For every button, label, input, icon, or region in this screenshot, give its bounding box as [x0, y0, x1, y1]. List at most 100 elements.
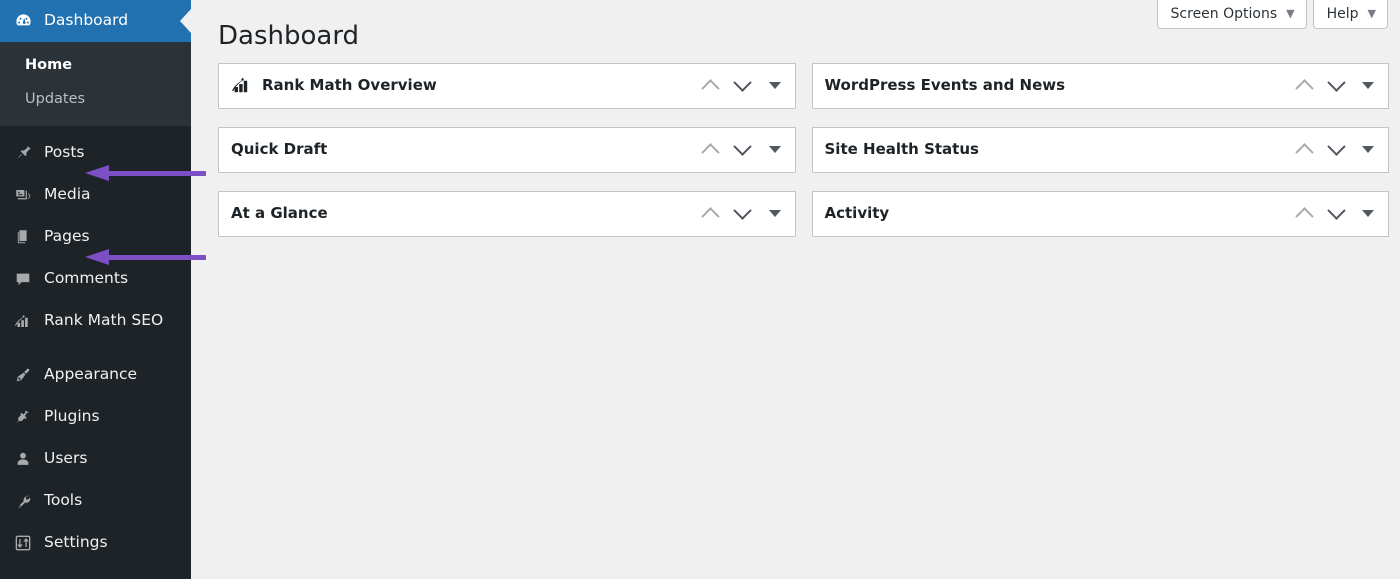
comments-icon — [11, 269, 35, 289]
sidebar-item-label-plugins: Plugins — [44, 406, 100, 425]
chevron-up-icon — [1294, 143, 1314, 162]
toggle-panel-button[interactable] — [1352, 130, 1384, 170]
chevron-down-icon — [1326, 201, 1346, 221]
sidebar-item-label-users: Users — [44, 448, 88, 467]
widget-handle-actions — [1288, 194, 1388, 234]
widget-title-text: Activity — [824, 204, 890, 223]
chevron-down-icon — [1326, 73, 1346, 93]
triangle-down-icon — [768, 82, 781, 90]
screen-options-button[interactable]: Screen Options ▼ — [1156, 0, 1307, 29]
move-up-button[interactable] — [1288, 130, 1320, 170]
move-down-button[interactable] — [1320, 66, 1352, 106]
move-down-button[interactable] — [727, 130, 759, 170]
widget-at-a-glance: At a Glance — [218, 190, 796, 237]
sidebar-item-label-posts: Posts — [44, 142, 85, 161]
chevron-down-icon: ▼ — [1286, 7, 1295, 20]
sidebar-item-label-dashboard: Dashboard — [44, 11, 129, 30]
toggle-panel-button[interactable] — [1352, 66, 1384, 106]
admin-sidebar: Dashboard Home Updates Posts Media Pages… — [0, 0, 191, 579]
settings-sliders-icon — [11, 533, 35, 553]
help-label: Help — [1326, 5, 1359, 22]
toggle-panel-button[interactable] — [759, 194, 791, 234]
sidebar-item-label-pages: Pages — [44, 226, 90, 245]
screen-meta-links: Screen Options ▼ Help ▼ — [1156, 0, 1388, 29]
pin-icon — [11, 143, 35, 163]
widget-wordpress-events-and-news: WordPress Events and News — [811, 62, 1389, 109]
widget-handle-actions — [695, 130, 795, 170]
help-button[interactable]: Help ▼ — [1312, 0, 1388, 29]
move-down-button[interactable] — [1320, 130, 1352, 170]
sidebar-item-media[interactable]: Media — [0, 174, 191, 216]
sidebar-item-posts[interactable]: Posts — [0, 132, 191, 174]
pages-icon — [11, 227, 35, 247]
sidebar-item-users[interactable]: Users — [0, 438, 191, 480]
widget-title-handle[interactable]: WordPress Events and News — [825, 75, 1289, 96]
menu-separator-2 — [0, 341, 191, 354]
appearance-brush-icon — [11, 365, 35, 385]
widget-title-handle[interactable]: At a Glance — [231, 203, 695, 224]
sidebar-item-label-comments: Comments — [44, 268, 129, 287]
widget-title-text: WordPress Events and News — [824, 76, 1066, 95]
widget-title-handle[interactable]: Site Health Status — [825, 139, 1289, 160]
sidebar-item-pages[interactable]: Pages — [0, 216, 191, 258]
widget-header: Rank Math Overview — [219, 64, 795, 108]
sidebar-item-comments[interactable]: Comments — [0, 258, 191, 300]
widget-handle-actions — [695, 66, 795, 106]
chevron-up-icon — [701, 143, 720, 162]
widget-header: Activity — [813, 192, 1389, 236]
triangle-down-icon — [768, 146, 781, 154]
media-icon — [11, 185, 35, 205]
sidebar-item-label-rank-math-seo: Rank Math SEO — [44, 310, 164, 329]
tools-wrench-icon — [11, 491, 35, 511]
move-up-button[interactable] — [695, 130, 727, 170]
sidebar-item-settings[interactable]: Settings — [0, 522, 191, 564]
move-up-button[interactable] — [1288, 194, 1320, 234]
plugins-plug-icon — [11, 407, 35, 427]
move-up-button[interactable] — [1288, 66, 1320, 106]
widget-header: Site Health Status — [813, 128, 1389, 172]
sidebar-item-tools[interactable]: Tools — [0, 480, 191, 522]
widget-title-handle[interactable]: Quick Draft — [231, 139, 695, 160]
move-down-button[interactable] — [727, 194, 759, 234]
triangle-down-icon — [1362, 210, 1374, 218]
toggle-panel-button[interactable] — [759, 66, 791, 106]
widget-title-handle[interactable]: Rank Math Overview — [231, 75, 695, 96]
sidebar-item-label-media: Media — [44, 184, 91, 203]
triangle-down-icon — [768, 210, 781, 218]
widget-header: At a Glance — [219, 192, 795, 236]
dashboard-icon — [11, 11, 35, 31]
dashboard-submenu: Home Updates — [0, 42, 191, 126]
widget-title-handle[interactable]: Activity — [825, 203, 1289, 224]
widget-activity: Activity — [811, 190, 1389, 237]
sidebar-item-label-tools: Tools — [44, 490, 83, 509]
chevron-down-icon: ▼ — [1367, 7, 1376, 20]
submenu-item-updates[interactable]: Updates — [0, 83, 191, 117]
triangle-down-icon — [1362, 146, 1374, 154]
toggle-panel-button[interactable] — [759, 130, 791, 170]
active-menu-pointer — [180, 9, 191, 33]
chevron-up-icon — [1294, 207, 1314, 226]
move-up-button[interactable] — [695, 194, 727, 234]
sidebar-item-appearance[interactable]: Appearance — [0, 354, 191, 396]
move-down-button[interactable] — [1320, 194, 1352, 234]
main-content: Screen Options ▼ Help ▼ Dashboard Rank M… — [191, 0, 1400, 579]
widget-quick-draft: Quick Draft — [218, 126, 796, 173]
widget-header: Quick Draft — [219, 128, 795, 172]
widget-title-text: Site Health Status — [824, 140, 979, 159]
chevron-up-icon — [701, 207, 720, 226]
widget-rank-math-overview: Rank Math Overview — [218, 62, 796, 109]
rank-math-icon — [231, 77, 253, 94]
widget-title-text: Quick Draft — [231, 140, 328, 159]
widget-title-text: At a Glance — [231, 204, 328, 223]
sidebar-item-plugins[interactable]: Plugins — [0, 396, 191, 438]
screen-options-label: Screen Options — [1170, 5, 1278, 22]
move-down-button[interactable] — [727, 66, 759, 106]
chevron-down-icon — [733, 137, 752, 157]
sidebar-item-rank-math-seo[interactable]: Rank Math SEO — [0, 300, 191, 342]
triangle-down-icon — [1362, 82, 1374, 90]
toggle-panel-button[interactable] — [1352, 194, 1384, 234]
submenu-item-home[interactable]: Home — [0, 49, 191, 83]
chevron-down-icon — [733, 201, 752, 221]
sidebar-item-dashboard[interactable]: Dashboard — [0, 0, 191, 42]
move-up-button[interactable] — [695, 66, 727, 106]
